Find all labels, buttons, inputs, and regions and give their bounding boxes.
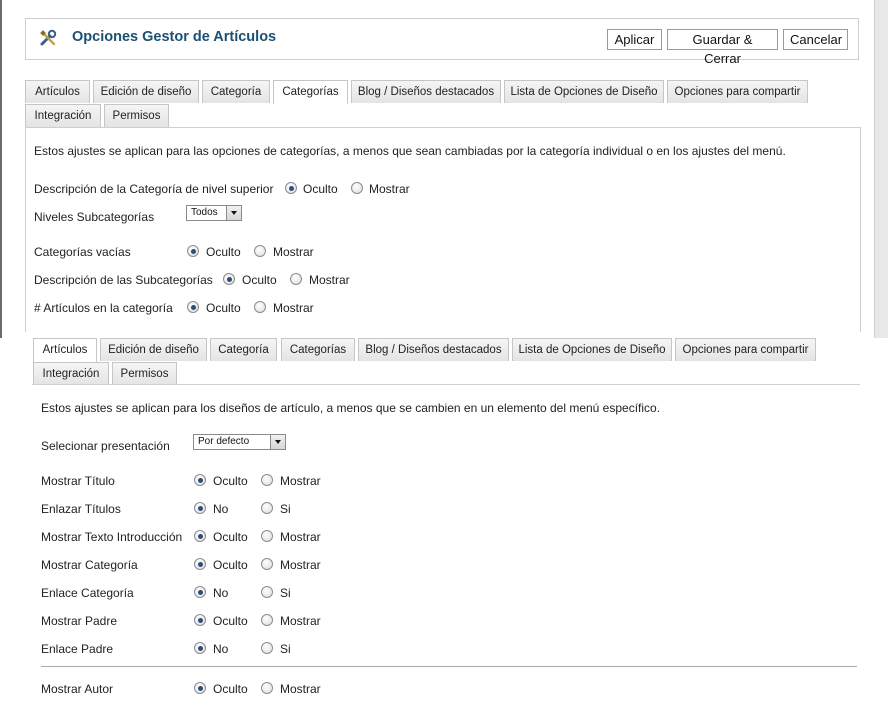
radio-mostrar[interactable] [261, 558, 273, 570]
field-label: Mostrar Categoría [41, 558, 138, 572]
radio-label: Mostrar [280, 474, 321, 488]
radio-oculto[interactable] [285, 182, 297, 194]
radio-label: Oculto [213, 682, 248, 696]
radio-label: Mostrar [280, 682, 321, 696]
radio-label: Mostrar [280, 530, 321, 544]
articles-panel-border [32, 384, 860, 385]
window-scroll-edge [874, 0, 888, 338]
radio-label: No [213, 502, 229, 516]
select-value: Todos [191, 207, 218, 218]
radio-oculto[interactable] [194, 682, 206, 694]
radio-label: Si [280, 642, 291, 656]
tab-integracion[interactable]: Integración [33, 362, 109, 385]
field-label: Selecionar presentación [41, 439, 170, 453]
cancel-button[interactable]: Cancelar [783, 29, 848, 50]
radio-label: Mostrar [280, 558, 321, 572]
radio-no[interactable] [194, 502, 206, 514]
radio-oculto[interactable] [187, 245, 199, 257]
select-value: Por defecto [198, 436, 250, 447]
panel-intro: Estos ajustes se aplican para las opcion… [34, 144, 786, 158]
radio-label: Oculto [303, 182, 338, 196]
radio-label: Mostrar [369, 182, 410, 196]
radio-oculto[interactable] [194, 558, 206, 570]
field-label: Descripción de la Categoría de nivel sup… [34, 182, 274, 196]
radio-label: Oculto [213, 474, 248, 488]
field-label: Niveles Subcategorías [34, 210, 155, 224]
radio-label: No [213, 586, 229, 600]
layout-select[interactable]: Por defecto [193, 434, 286, 450]
radio-mostrar[interactable] [261, 530, 273, 542]
radio-label: Oculto [213, 614, 248, 628]
tab-categoria[interactable]: Categoría [202, 80, 270, 103]
radio-mostrar[interactable] [290, 273, 302, 285]
field-label: Mostrar Padre [41, 614, 118, 628]
tab-categorias[interactable]: Categorías [273, 80, 348, 104]
radio-label: Mostrar [273, 245, 314, 259]
radio-mostrar[interactable] [261, 682, 273, 694]
radio-oculto[interactable] [187, 301, 199, 313]
radio-no[interactable] [194, 586, 206, 598]
radio-label: Mostrar [309, 273, 350, 287]
save-close-button[interactable]: Guardar & Cerrar [667, 29, 778, 66]
tab-opciones-compartir[interactable]: Opciones para compartir [667, 80, 808, 103]
tab-blog-disenos[interactable]: Blog / Diseños destacados [358, 338, 509, 361]
radio-oculto[interactable] [194, 530, 206, 542]
tab-integracion[interactable]: Integración [25, 104, 101, 127]
tab-categorias[interactable]: Categorías [281, 338, 355, 361]
radio-label: Si [280, 502, 291, 516]
tab-edicion-diseno[interactable]: Edición de diseño [100, 338, 207, 361]
radio-si[interactable] [261, 502, 273, 514]
radio-no[interactable] [194, 642, 206, 654]
radio-mostrar[interactable] [254, 245, 266, 257]
radio-label: Oculto [213, 530, 248, 544]
field-label: Enlazar Títulos [41, 502, 121, 516]
chevron-down-icon [226, 206, 241, 220]
field-label: Mostrar Título [41, 474, 115, 488]
radio-si[interactable] [261, 586, 273, 598]
radio-label: Mostrar [273, 301, 314, 315]
radio-mostrar[interactable] [261, 474, 273, 486]
subcategory-levels-select[interactable]: Todos [186, 205, 242, 221]
window-edge-left [0, 0, 2, 338]
tab-blog-disenos[interactable]: Blog / Diseños destacados [351, 80, 501, 103]
tools-icon [39, 29, 59, 49]
field-label: Mostrar Texto Introducción [41, 530, 183, 544]
page-title: Opciones Gestor de Artículos [72, 29, 277, 45]
field-label: # Artículos en la categoría [34, 301, 173, 315]
tab-permisos[interactable]: Permisos [104, 104, 169, 127]
tab-lista-opciones[interactable]: Lista de Opciones de Diseño [504, 80, 664, 103]
options-header: Opciones Gestor de Artículos Aplicar Gua… [25, 18, 859, 66]
panel-intro: Estos ajustes se aplican para los diseño… [41, 401, 661, 415]
field-label: Mostrar Autor [41, 682, 114, 696]
field-label: Categorías vacías [34, 245, 131, 259]
radio-oculto[interactable] [194, 614, 206, 626]
radio-label: Oculto [206, 301, 241, 315]
radio-label: Oculto [213, 558, 248, 572]
radio-label: Si [280, 586, 291, 600]
radio-mostrar[interactable] [254, 301, 266, 313]
radio-label: Oculto [242, 273, 277, 287]
tab-opciones-compartir[interactable]: Opciones para compartir [675, 338, 816, 361]
field-label: Enlace Padre [41, 642, 114, 656]
field-label: Enlace Categoría [41, 586, 134, 600]
radio-mostrar[interactable] [351, 182, 363, 194]
radio-mostrar[interactable] [261, 614, 273, 626]
apply-button[interactable]: Aplicar [607, 29, 662, 50]
radio-label: Mostrar [280, 614, 321, 628]
radio-label: No [213, 642, 229, 656]
field-label: Descripción de las Subcategorías [34, 273, 213, 287]
tab-categoria[interactable]: Categoría [210, 338, 277, 361]
tab-permisos[interactable]: Permisos [112, 362, 177, 385]
tab-articulos[interactable]: Artículos [33, 338, 97, 362]
radio-oculto[interactable] [223, 273, 235, 285]
tab-articulos[interactable]: Artículos [25, 80, 90, 103]
radio-si[interactable] [261, 642, 273, 654]
radio-label: Oculto [206, 245, 241, 259]
radio-oculto[interactable] [194, 474, 206, 486]
tab-edicion-diseno[interactable]: Edición de diseño [93, 80, 199, 103]
section-divider [41, 666, 857, 667]
chevron-down-icon [270, 435, 285, 449]
tab-lista-opciones[interactable]: Lista de Opciones de Diseño [512, 338, 672, 361]
